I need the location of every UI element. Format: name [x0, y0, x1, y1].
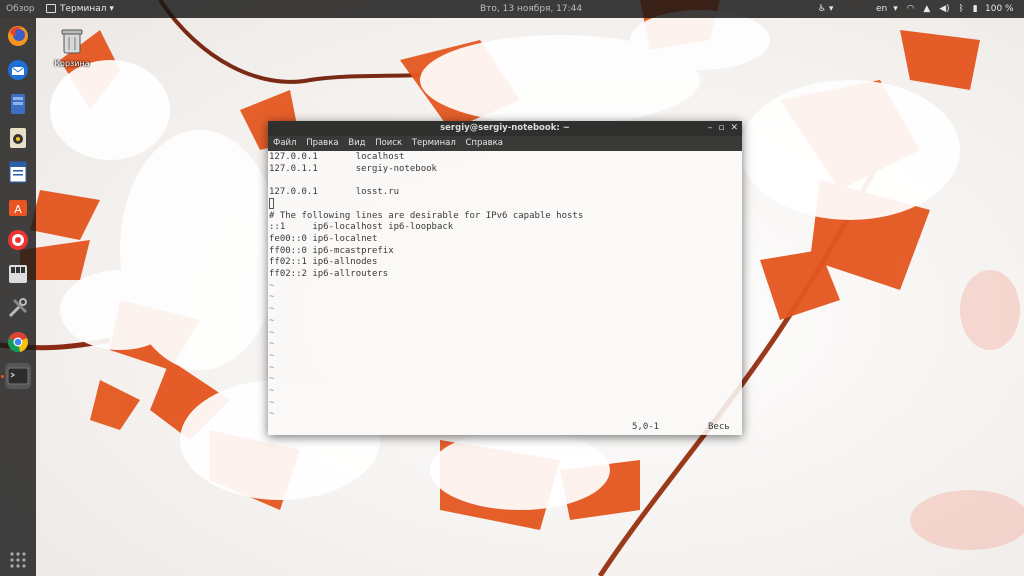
empty-line-marker: ~: [269, 315, 275, 326]
text-line: fe00::0 ip6-localnet: [269, 233, 378, 244]
text-line: 127.0.0.1 localhost: [269, 152, 405, 162]
empty-line-marker: ~: [269, 292, 275, 303]
wifi-icon[interactable]: ◠: [907, 4, 915, 14]
text-line: 127.0.1.1 sergiy-notebook: [269, 163, 437, 174]
chrome-icon[interactable]: [5, 329, 31, 355]
volume-icon[interactable]: ◀): [939, 4, 949, 14]
empty-line-marker: ~: [269, 304, 275, 315]
clock[interactable]: Вто, 13 ноября, 17:44: [480, 0, 582, 18]
battery-percent[interactable]: 100 %: [985, 0, 1014, 18]
trash-label: Корзина: [54, 59, 90, 68]
cursor-position: 5,0-1: [632, 422, 660, 432]
menu-search[interactable]: Поиск: [375, 138, 402, 148]
terminal-menubar: Файл Правка Вид Поиск Терминал Справка: [268, 136, 742, 151]
terminal-window[interactable]: sergiy@sergiy-notebook: ~ – ▫ ✕ Файл Правк…: [268, 121, 742, 435]
accessibility-icon[interactable]: ♿ ▾: [818, 0, 833, 18]
help-icon[interactable]: [5, 227, 31, 253]
files-icon[interactable]: [5, 91, 31, 117]
keyboard-layout-indicator[interactable]: en: [876, 4, 887, 14]
notification-icon[interactable]: ▲: [923, 4, 930, 14]
show-applications-icon[interactable]: [8, 550, 28, 570]
empty-line-marker: ~: [269, 350, 275, 361]
empty-line-marker: ~: [269, 339, 275, 350]
close-icon[interactable]: ✕: [730, 123, 738, 133]
dock: A: [0, 18, 36, 576]
rhythmbox-icon[interactable]: [5, 125, 31, 151]
menu-file[interactable]: Файл: [273, 138, 296, 148]
text-line: 127.0.0.1 losst.ru: [269, 187, 400, 198]
empty-line-marker: ~: [269, 327, 275, 338]
text-line: ff00::0 ip6-mcastprefix: [269, 245, 394, 256]
terminal-app-icon: [46, 4, 56, 13]
window-controls: – ▫ ✕: [702, 121, 738, 136]
text-line: # The following lines are desirable for …: [269, 210, 584, 221]
top-bar: Обзор Терминал ▾ Вто, 13 ноября, 17:44 ♿…: [0, 0, 1024, 18]
menu-edit[interactable]: Правка: [306, 138, 338, 148]
text-line: ff02::2 ip6-allrouters: [269, 269, 389, 279]
text-cursor: [269, 198, 274, 209]
empty-line-marker: ~: [269, 386, 275, 396]
svg-text:A: A: [14, 203, 22, 216]
app-menu-label: Терминал: [60, 4, 107, 14]
firefox-icon[interactable]: [5, 23, 31, 49]
empty-line-marker: ~: [269, 362, 275, 373]
scroll-position: Весь: [708, 422, 730, 432]
activities-button[interactable]: Обзор: [6, 0, 35, 18]
system-tray[interactable]: en ▾ ◠ ▲ ◀) ᛒ ▮: [876, 0, 984, 18]
window-title: sergiy@sergiy-notebook: ~: [440, 123, 570, 133]
battery-icon[interactable]: ▮: [973, 4, 978, 14]
trash-icon: [61, 29, 83, 54]
empty-line-marker: ~: [269, 374, 275, 385]
empty-line-marker: ~: [269, 280, 275, 291]
games-icon[interactable]: [5, 261, 31, 287]
menu-help[interactable]: Справка: [465, 138, 502, 148]
menu-terminal[interactable]: Терминал: [412, 138, 456, 148]
bluetooth-icon[interactable]: ᛒ: [959, 4, 964, 14]
chevron-down-icon: ▾: [893, 4, 898, 14]
ubuntu-software-icon[interactable]: A: [5, 193, 31, 219]
window-titlebar[interactable]: sergiy@sergiy-notebook: ~ – ▫ ✕: [268, 121, 742, 136]
text-line: ff02::1 ip6-allnodes: [269, 257, 378, 268]
running-indicator: [1, 375, 4, 378]
text-line: ::1 ip6-localhost ip6-loopback: [269, 222, 454, 233]
empty-line-marker: ~: [269, 409, 275, 420]
empty-line-marker: ~: [269, 397, 275, 408]
minimize-icon[interactable]: –: [708, 123, 713, 133]
maximize-icon[interactable]: ▫: [718, 123, 724, 133]
terminal-content[interactable]: 127.0.0.1 localhost 127.0.1.1 sergiy-not…: [268, 151, 742, 435]
libreoffice-writer-icon[interactable]: [5, 159, 31, 185]
menu-view[interactable]: Вид: [348, 138, 365, 148]
app-menu-button[interactable]: Терминал ▾: [46, 0, 114, 18]
thunderbird-icon[interactable]: [5, 57, 31, 83]
settings-icon[interactable]: [5, 295, 31, 321]
terminal-icon[interactable]: [5, 363, 31, 389]
desktop-trash[interactable]: Корзина: [50, 28, 94, 68]
